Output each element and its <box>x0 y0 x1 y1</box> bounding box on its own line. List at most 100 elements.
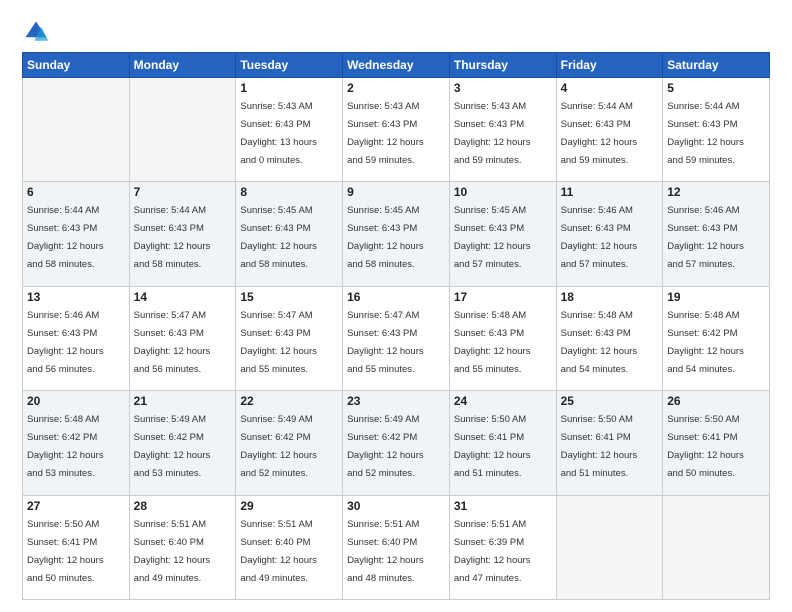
day-info: Sunrise: 5:44 AM Sunset: 6:43 PM Dayligh… <box>134 205 211 270</box>
calendar-cell: 7 Sunrise: 5:44 AM Sunset: 6:43 PM Daylig… <box>129 182 236 286</box>
day-info: Sunrise: 5:50 AM Sunset: 6:41 PM Dayligh… <box>561 414 638 479</box>
day-number: 3 <box>454 81 552 95</box>
weekday-header-tuesday: Tuesday <box>236 53 343 78</box>
weekday-header-friday: Friday <box>556 53 663 78</box>
calendar-cell: 13 Sunrise: 5:46 AM Sunset: 6:43 PM Dayli… <box>23 286 130 390</box>
day-info: Sunrise: 5:48 AM Sunset: 6:42 PM Dayligh… <box>667 310 744 375</box>
day-number: 8 <box>240 185 338 199</box>
day-number: 21 <box>134 394 232 408</box>
calendar-cell: 17 Sunrise: 5:48 AM Sunset: 6:43 PM Dayli… <box>449 286 556 390</box>
day-number: 7 <box>134 185 232 199</box>
calendar-cell: 21 Sunrise: 5:49 AM Sunset: 6:42 PM Dayli… <box>129 391 236 495</box>
calendar: SundayMondayTuesdayWednesdayThursdayFrid… <box>22 52 770 600</box>
day-info: Sunrise: 5:50 AM Sunset: 6:41 PM Dayligh… <box>454 414 531 479</box>
calendar-cell: 5 Sunrise: 5:44 AM Sunset: 6:43 PM Daylig… <box>663 78 770 182</box>
weekday-header-row: SundayMondayTuesdayWednesdayThursdayFrid… <box>23 53 770 78</box>
calendar-cell: 16 Sunrise: 5:47 AM Sunset: 6:43 PM Dayli… <box>343 286 450 390</box>
day-number: 20 <box>27 394 125 408</box>
calendar-cell: 23 Sunrise: 5:49 AM Sunset: 6:42 PM Dayli… <box>343 391 450 495</box>
day-info: Sunrise: 5:50 AM Sunset: 6:41 PM Dayligh… <box>667 414 744 479</box>
day-number: 14 <box>134 290 232 304</box>
day-info: Sunrise: 5:47 AM Sunset: 6:43 PM Dayligh… <box>240 310 317 375</box>
day-number: 24 <box>454 394 552 408</box>
day-info: Sunrise: 5:46 AM Sunset: 6:43 PM Dayligh… <box>27 310 104 375</box>
calendar-cell: 11 Sunrise: 5:46 AM Sunset: 6:43 PM Dayli… <box>556 182 663 286</box>
day-info: Sunrise: 5:48 AM Sunset: 6:43 PM Dayligh… <box>454 310 531 375</box>
day-info: Sunrise: 5:44 AM Sunset: 6:43 PM Dayligh… <box>27 205 104 270</box>
day-number: 11 <box>561 185 659 199</box>
day-number: 22 <box>240 394 338 408</box>
calendar-week-row: 20Sunrise: 5:48 AM Sunset: 6:42 PM Dayli… <box>23 391 770 495</box>
calendar-cell: 3 Sunrise: 5:43 AM Sunset: 6:43 PM Daylig… <box>449 78 556 182</box>
calendar-cell: 15Sunrise: 5:47 AM Sunset: 6:43 PM Dayli… <box>236 286 343 390</box>
weekday-header-sunday: Sunday <box>23 53 130 78</box>
day-info: Sunrise: 5:49 AM Sunset: 6:42 PM Dayligh… <box>134 414 211 479</box>
day-number: 4 <box>561 81 659 95</box>
day-number: 19 <box>667 290 765 304</box>
calendar-cell: 2Sunrise: 5:43 AM Sunset: 6:43 PM Daylig… <box>343 78 450 182</box>
calendar-cell: 4 Sunrise: 5:44 AM Sunset: 6:43 PM Daylig… <box>556 78 663 182</box>
calendar-cell: 18Sunrise: 5:48 AM Sunset: 6:43 PM Dayli… <box>556 286 663 390</box>
day-info: Sunrise: 5:46 AM Sunset: 6:43 PM Dayligh… <box>561 205 638 270</box>
day-info: Sunrise: 5:49 AM Sunset: 6:42 PM Dayligh… <box>240 414 317 479</box>
top-section <box>22 18 770 46</box>
day-number: 28 <box>134 499 232 513</box>
day-info: Sunrise: 5:46 AM Sunset: 6:43 PM Dayligh… <box>667 205 744 270</box>
day-number: 16 <box>347 290 445 304</box>
day-info: Sunrise: 5:43 AM Sunset: 6:43 PM Dayligh… <box>240 101 317 166</box>
calendar-cell: 24 Sunrise: 5:50 AM Sunset: 6:41 PM Dayli… <box>449 391 556 495</box>
calendar-cell: 31Sunrise: 5:51 AM Sunset: 6:39 PM Dayli… <box>449 495 556 599</box>
calendar-cell: 14Sunrise: 5:47 AM Sunset: 6:43 PM Dayli… <box>129 286 236 390</box>
day-number: 26 <box>667 394 765 408</box>
day-info: Sunrise: 5:50 AM Sunset: 6:41 PM Dayligh… <box>27 519 104 584</box>
day-info: Sunrise: 5:51 AM Sunset: 6:40 PM Dayligh… <box>134 519 211 584</box>
calendar-week-row: 13 Sunrise: 5:46 AM Sunset: 6:43 PM Dayli… <box>23 286 770 390</box>
day-number: 9 <box>347 185 445 199</box>
calendar-cell: 26 Sunrise: 5:50 AM Sunset: 6:41 PM Dayli… <box>663 391 770 495</box>
day-info: Sunrise: 5:44 AM Sunset: 6:43 PM Dayligh… <box>561 101 638 166</box>
weekday-header-wednesday: Wednesday <box>343 53 450 78</box>
day-info: Sunrise: 5:45 AM Sunset: 6:43 PM Dayligh… <box>240 205 317 270</box>
calendar-cell: 9 Sunrise: 5:45 AM Sunset: 6:43 PM Daylig… <box>343 182 450 286</box>
day-number: 17 <box>454 290 552 304</box>
calendar-cell: 30Sunrise: 5:51 AM Sunset: 6:40 PM Dayli… <box>343 495 450 599</box>
calendar-week-row: 6 Sunrise: 5:44 AM Sunset: 6:43 PM Daylig… <box>23 182 770 286</box>
day-info: Sunrise: 5:43 AM Sunset: 6:43 PM Dayligh… <box>454 101 531 166</box>
day-number: 13 <box>27 290 125 304</box>
day-info: Sunrise: 5:47 AM Sunset: 6:43 PM Dayligh… <box>347 310 424 375</box>
day-number: 10 <box>454 185 552 199</box>
calendar-cell <box>23 78 130 182</box>
weekday-header-monday: Monday <box>129 53 236 78</box>
calendar-cell: 25Sunrise: 5:50 AM Sunset: 6:41 PM Dayli… <box>556 391 663 495</box>
day-number: 12 <box>667 185 765 199</box>
calendar-week-row: 27 Sunrise: 5:50 AM Sunset: 6:41 PM Dayli… <box>23 495 770 599</box>
weekday-header-thursday: Thursday <box>449 53 556 78</box>
day-info: Sunrise: 5:45 AM Sunset: 6:43 PM Dayligh… <box>454 205 531 270</box>
calendar-cell: 20Sunrise: 5:48 AM Sunset: 6:42 PM Dayli… <box>23 391 130 495</box>
calendar-week-row: 1Sunrise: 5:43 AM Sunset: 6:43 PM Daylig… <box>23 78 770 182</box>
day-number: 31 <box>454 499 552 513</box>
calendar-cell: 29Sunrise: 5:51 AM Sunset: 6:40 PM Dayli… <box>236 495 343 599</box>
calendar-cell: 8 Sunrise: 5:45 AM Sunset: 6:43 PM Daylig… <box>236 182 343 286</box>
day-info: Sunrise: 5:43 AM Sunset: 6:43 PM Dayligh… <box>347 101 424 166</box>
day-number: 23 <box>347 394 445 408</box>
day-number: 18 <box>561 290 659 304</box>
day-info: Sunrise: 5:51 AM Sunset: 6:40 PM Dayligh… <box>240 519 317 584</box>
calendar-cell <box>663 495 770 599</box>
day-number: 6 <box>27 185 125 199</box>
day-number: 27 <box>27 499 125 513</box>
calendar-cell: 22 Sunrise: 5:49 AM Sunset: 6:42 PM Dayli… <box>236 391 343 495</box>
day-info: Sunrise: 5:49 AM Sunset: 6:42 PM Dayligh… <box>347 414 424 479</box>
day-number: 5 <box>667 81 765 95</box>
logo <box>22 18 54 46</box>
calendar-cell: 28 Sunrise: 5:51 AM Sunset: 6:40 PM Dayli… <box>129 495 236 599</box>
day-number: 30 <box>347 499 445 513</box>
calendar-cell: 12 Sunrise: 5:46 AM Sunset: 6:43 PM Dayli… <box>663 182 770 286</box>
calendar-cell: 6 Sunrise: 5:44 AM Sunset: 6:43 PM Daylig… <box>23 182 130 286</box>
logo-icon <box>22 18 50 46</box>
calendar-cell: 1Sunrise: 5:43 AM Sunset: 6:43 PM Daylig… <box>236 78 343 182</box>
day-info: Sunrise: 5:44 AM Sunset: 6:43 PM Dayligh… <box>667 101 744 166</box>
day-info: Sunrise: 5:45 AM Sunset: 6:43 PM Dayligh… <box>347 205 424 270</box>
calendar-cell <box>129 78 236 182</box>
calendar-cell <box>556 495 663 599</box>
